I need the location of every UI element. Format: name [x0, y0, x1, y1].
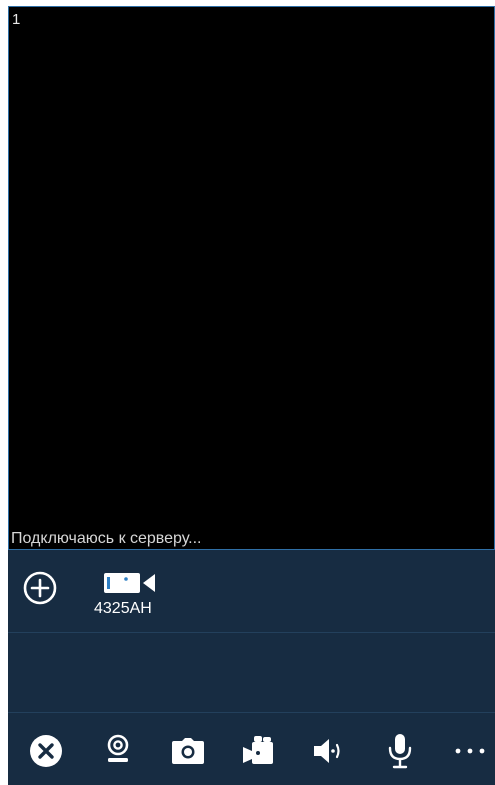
snapshot-button[interactable]	[168, 731, 208, 771]
bottom-toolbar	[8, 713, 495, 785]
close-button[interactable]	[26, 731, 66, 771]
channel-number: 1	[12, 11, 21, 28]
empty-panel	[8, 633, 495, 712]
record-button[interactable]	[238, 731, 278, 771]
webcam-button[interactable]	[98, 731, 138, 771]
speaker-icon	[314, 739, 340, 763]
microphone-button[interactable]	[380, 731, 420, 771]
microphone-icon	[388, 734, 412, 769]
webcam-icon	[107, 734, 129, 762]
more-button[interactable]	[450, 731, 490, 771]
more-icon	[455, 748, 485, 754]
connection-status: Подключаюсь к серверу...	[11, 530, 202, 547]
camera-item[interactable]: 4325AH	[90, 568, 160, 624]
camera-snapshot-icon	[172, 738, 204, 764]
video-record-icon	[243, 736, 273, 764]
device-bar: 4325AH	[8, 550, 495, 632]
add-device-button[interactable]	[22, 570, 58, 606]
video-camera-icon	[104, 573, 155, 593]
camera-label: 4325AH	[94, 600, 152, 617]
app-frame: 1 Подключаюсь к серверу... 4325AH	[8, 6, 495, 785]
plus-circle-icon	[23, 571, 57, 605]
speaker-button[interactable]	[310, 731, 350, 771]
close-circle-icon	[30, 735, 62, 767]
video-viewport[interactable]: 1 Подключаюсь к серверу...	[8, 6, 495, 550]
